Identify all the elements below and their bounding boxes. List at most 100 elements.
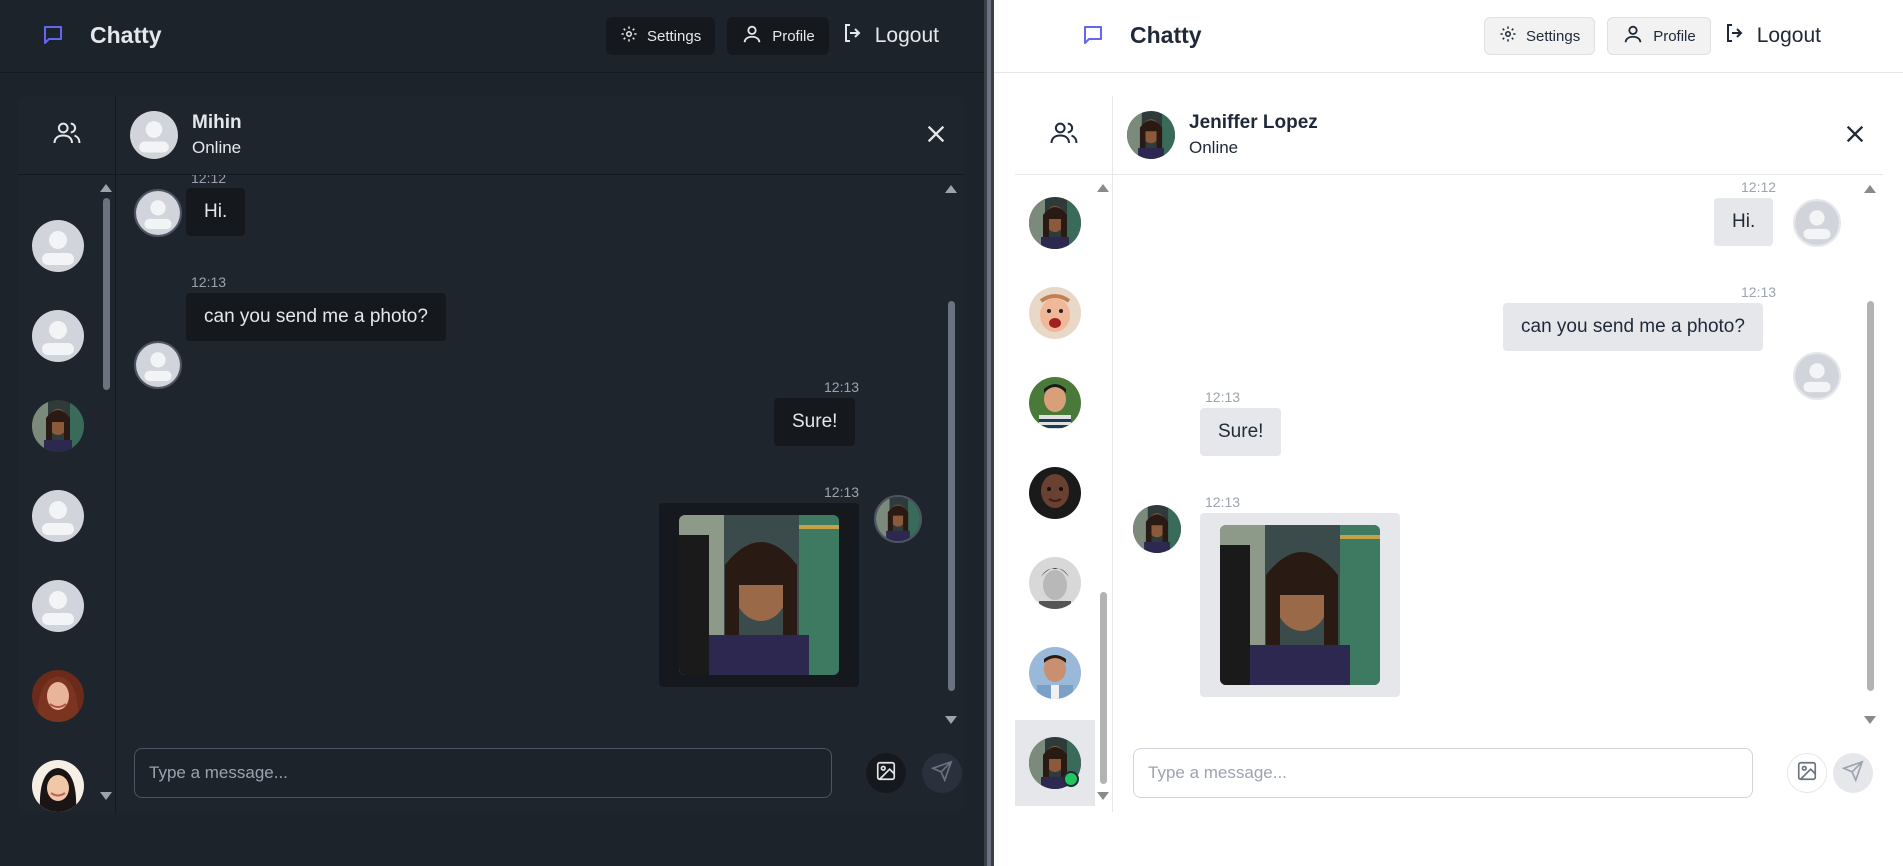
users-icon [1049, 118, 1079, 153]
image-message-bubble [1200, 513, 1400, 697]
message-input[interactable] [1133, 748, 1753, 798]
window-divider [984, 0, 994, 866]
logout-button[interactable]: Logout [841, 21, 939, 51]
app-name: Chatty [1130, 21, 1202, 48]
chat-container: Jeniffer Lopez Online 12:12 Hi. 12:13 ca… [1015, 96, 1883, 812]
message-composer [116, 738, 964, 812]
logout-button[interactable]: Logout [1723, 21, 1821, 51]
chat-contact-status: Online [1189, 138, 1239, 157]
contact-item[interactable] [18, 293, 98, 379]
sidebar-scrollbar[interactable] [1097, 184, 1109, 812]
send-icon [1841, 759, 1864, 787]
scroll-down-arrow-icon[interactable] [100, 792, 112, 800]
chat-header: Mihin Online [116, 96, 964, 175]
contact-item[interactable] [18, 653, 98, 739]
scroll-thumb[interactable] [948, 301, 955, 691]
chat-contact-name: Jeniffer Lopez [1189, 112, 1318, 133]
scroll-up-arrow-icon[interactable] [1864, 185, 1876, 193]
brand[interactable]: Chatty [1078, 20, 1202, 50]
message-time: 12:13 [1205, 389, 1241, 405]
nav-actions: Settings Profile Logout [606, 17, 939, 55]
user-photo-avatar [1029, 737, 1081, 789]
chat-logo-icon [38, 20, 68, 50]
scroll-up-arrow-icon[interactable] [945, 185, 957, 193]
shared-photo[interactable] [1220, 525, 1380, 685]
user-photo-avatar [32, 670, 84, 722]
contact-item-selected[interactable] [1015, 720, 1095, 806]
contact-item[interactable] [1015, 450, 1095, 536]
messages-scrollbar[interactable] [945, 185, 957, 730]
chat-contact-name: Mihin [192, 112, 242, 133]
contacts-sidebar [1015, 96, 1113, 812]
contact-item[interactable] [18, 473, 98, 559]
send-button[interactable] [922, 753, 962, 793]
user-photo-avatar [1029, 197, 1081, 249]
chat-main: Jeniffer Lopez Online 12:12 Hi. 12:13 ca… [1113, 96, 1883, 812]
contacts-header [18, 96, 115, 175]
contact-item[interactable] [1015, 180, 1095, 266]
image-icon [1796, 760, 1818, 787]
sidebar-scrollbar[interactable] [100, 184, 112, 812]
contact-item[interactable] [1015, 540, 1095, 626]
scroll-thumb[interactable] [1100, 592, 1107, 784]
navbar: Chatty Settings Profile Logout [994, 0, 1903, 73]
send-button[interactable] [1833, 753, 1873, 793]
attach-image-button[interactable] [866, 753, 906, 793]
users-icon [52, 118, 82, 153]
settings-button[interactable]: Settings [1484, 17, 1596, 55]
message-bubble: Sure! [774, 398, 856, 446]
message-list: 12:12 Hi. 12:13 can you send me a photo?… [1113, 175, 1883, 738]
user-photo-avatar [1029, 467, 1081, 519]
message-bubble: Sure! [1200, 408, 1282, 456]
logout-label: Logout [1756, 24, 1821, 47]
navbar: Chatty Settings Profile Logout [0, 0, 984, 73]
close-chat-button[interactable] [922, 122, 950, 150]
brand[interactable]: Chatty [38, 20, 162, 50]
default-avatar [134, 189, 182, 237]
nav-actions: Settings Profile Logout [1484, 17, 1821, 55]
settings-button[interactable]: Settings [606, 17, 716, 55]
logout-icon [1723, 21, 1747, 51]
message-input[interactable] [134, 748, 832, 798]
scroll-up-arrow-icon[interactable] [1097, 184, 1109, 192]
message-time: 12:13 [1741, 284, 1777, 300]
gear-icon [1499, 25, 1517, 47]
default-avatar [32, 220, 84, 272]
default-avatar [32, 490, 84, 542]
contact-item[interactable] [18, 563, 98, 649]
settings-label: Settings [1526, 27, 1581, 45]
profile-button[interactable]: Profile [727, 17, 829, 55]
contact-item[interactable] [18, 383, 98, 469]
messages-scrollbar[interactable] [1864, 185, 1876, 730]
profile-button[interactable]: Profile [1607, 17, 1711, 55]
chat-container: Mihin Online 12:12 Hi. 12:13 can you sen… [18, 96, 964, 812]
message-bubble: Hi. [186, 188, 246, 236]
user-photo-avatar [1127, 111, 1175, 159]
contact-item[interactable] [18, 743, 98, 812]
shared-photo[interactable] [679, 515, 839, 675]
message-time: 12:12 [1741, 179, 1777, 195]
scroll-down-arrow-icon[interactable] [1097, 792, 1109, 800]
contact-item[interactable] [1015, 360, 1095, 446]
user-photo-avatar [1029, 647, 1081, 699]
scroll-thumb[interactable] [103, 198, 110, 390]
message-bubble: can you send me a photo? [1503, 303, 1763, 351]
message-time: 12:13 [191, 274, 227, 290]
logout-label: Logout [874, 24, 939, 47]
close-chat-button[interactable] [1841, 122, 1869, 150]
scroll-down-arrow-icon[interactable] [1864, 716, 1876, 724]
scroll-down-arrow-icon[interactable] [945, 716, 957, 724]
contact-item[interactable] [1015, 270, 1095, 356]
scroll-thumb[interactable] [1867, 301, 1874, 691]
default-avatar [1793, 352, 1841, 400]
contact-item[interactable] [18, 203, 98, 289]
message-time: 12:13 [824, 379, 860, 395]
scroll-up-arrow-icon[interactable] [100, 184, 112, 192]
chat-header: Jeniffer Lopez Online [1113, 96, 1883, 175]
gear-icon [620, 25, 638, 47]
message-time: 12:13 [824, 484, 860, 500]
contact-item[interactable] [1015, 630, 1095, 716]
chat-contact-status: Online [192, 138, 242, 157]
attach-image-button[interactable] [1787, 753, 1827, 793]
profile-label: Profile [772, 27, 815, 45]
